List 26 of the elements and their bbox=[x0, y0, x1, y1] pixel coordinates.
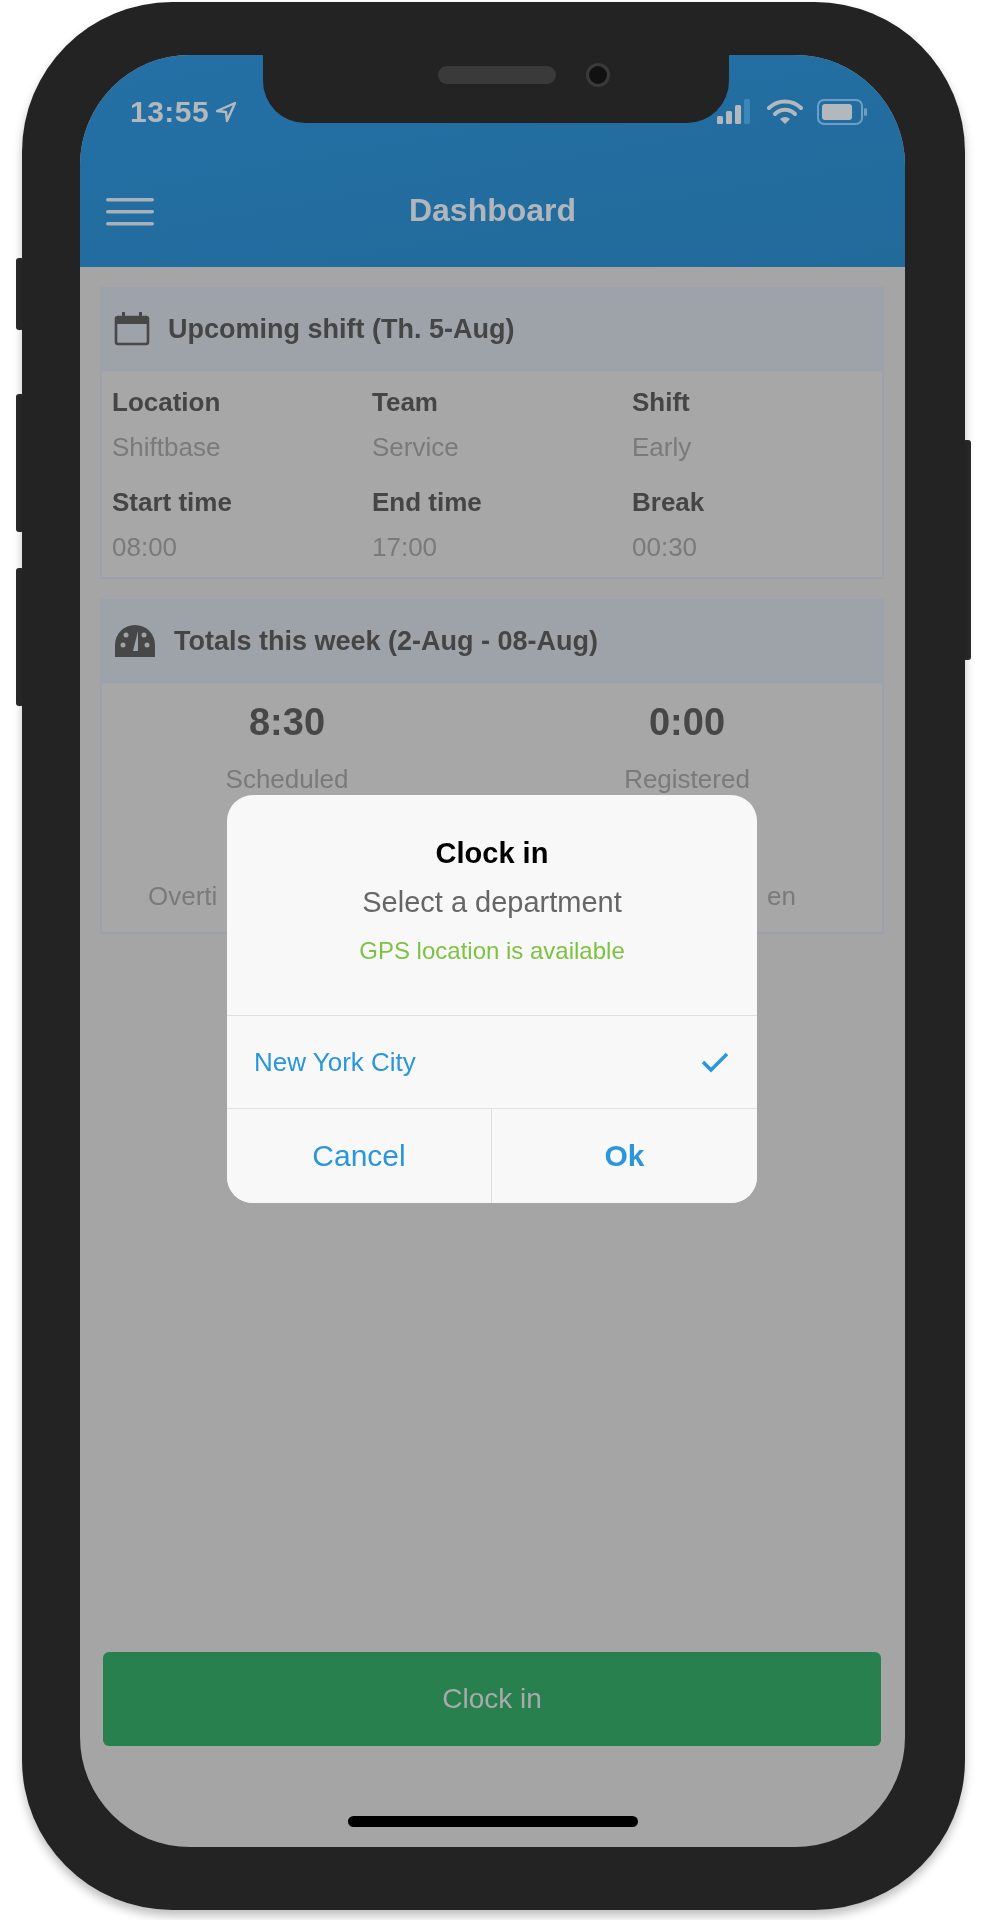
stat-value: 0:00 bbox=[648, 701, 726, 744]
status-time: 13:55 bbox=[130, 95, 210, 129]
field-label: Location bbox=[112, 387, 222, 418]
wifi-icon bbox=[767, 99, 803, 125]
field-label: Team bbox=[372, 387, 439, 418]
stat-value: 8:30 bbox=[248, 701, 326, 744]
dialog-title: Clock in bbox=[435, 837, 549, 870]
field-label: End time bbox=[372, 487, 483, 518]
signal-icon bbox=[717, 99, 753, 125]
camera-lens bbox=[586, 63, 610, 87]
cancel-button[interactable]: Cancel bbox=[227, 1109, 492, 1203]
checkmark-icon bbox=[701, 1051, 729, 1073]
location-arrow-icon bbox=[215, 101, 238, 123]
card-title: Totals this week (2-Aug - 08-Aug) bbox=[174, 625, 599, 657]
card-title: Upcoming shift (Th. 5-Aug) bbox=[168, 313, 515, 345]
page-title: Dashboard bbox=[408, 191, 577, 229]
dialog-subtitle: Select a department bbox=[362, 886, 622, 919]
field-label: Start time bbox=[112, 487, 233, 518]
menu-icon[interactable] bbox=[106, 197, 154, 227]
calendar-icon bbox=[114, 311, 150, 347]
gauge-icon bbox=[114, 624, 156, 658]
field-label: Break bbox=[632, 487, 706, 518]
clock-in-button[interactable]: Clock in bbox=[103, 1652, 881, 1746]
battery-icon bbox=[817, 99, 869, 125]
gps-status: GPS location is available bbox=[359, 937, 625, 965]
field-label: Shift bbox=[632, 387, 691, 418]
